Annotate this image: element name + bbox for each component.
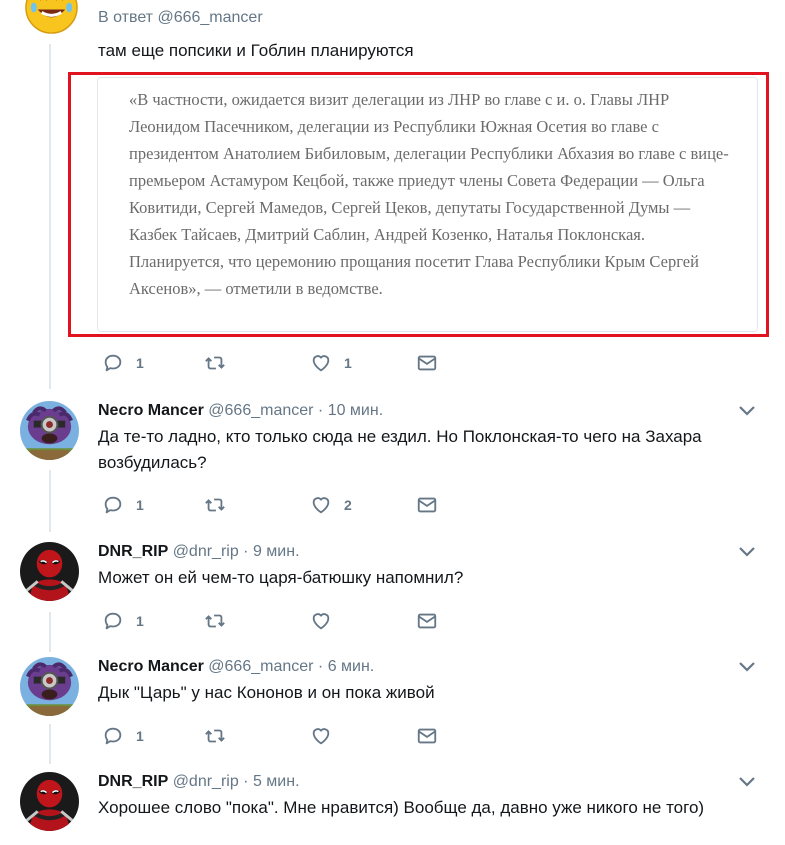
tweet-text: Хорошее слово "пока". Мне нравится) Вооб…: [98, 798, 705, 817]
retweet-icon: [204, 352, 226, 374]
reply-count: 1: [136, 728, 144, 744]
tweet-text: там еще попсики и Гоблин планируются: [98, 41, 414, 60]
retweet-button[interactable]: [204, 351, 226, 375]
reply-icon: [102, 352, 124, 374]
thread-line: [49, 44, 51, 389]
reply-button[interactable]: 1: [102, 351, 144, 375]
reply-button[interactable]: 1: [102, 493, 144, 517]
thread-line: [49, 470, 51, 532]
tweet-actions: 1: [98, 609, 458, 633]
reply-icon: [102, 494, 124, 516]
reply-button[interactable]: 1: [102, 724, 144, 748]
minion-avatar-icon: [20, 401, 79, 460]
reply-count: 1: [136, 497, 144, 513]
timestamp[interactable]: 9 мин.: [253, 543, 300, 560]
envelope-icon: [416, 494, 438, 516]
retweet-icon: [204, 494, 226, 516]
deadpool-avatar-icon: [20, 772, 79, 831]
like-button[interactable]: [310, 609, 332, 633]
heart-icon: [310, 352, 332, 374]
minion-avatar-icon: [20, 657, 79, 716]
reply-context: В ответ @666_mancer: [98, 9, 263, 27]
tweet-actions: 1 1: [98, 351, 458, 375]
deadpool-avatar-icon: [20, 542, 79, 601]
tweet-header: DNR_RIP @dnr_rip · 9 мин.: [98, 542, 300, 562]
dm-button[interactable]: [416, 493, 438, 517]
heart-icon: [310, 725, 332, 747]
envelope-icon: [416, 610, 438, 632]
chevron-down-icon[interactable]: [738, 661, 756, 673]
quote-text: «В частности, ожидается визит делегации …: [129, 90, 729, 298]
envelope-icon: [416, 725, 438, 747]
username[interactable]: @dnr_rip: [173, 773, 239, 790]
avatar[interactable]: [20, 657, 79, 716]
chevron-down-icon[interactable]: [738, 776, 756, 788]
heart-icon: [310, 494, 332, 516]
tweet-actions: 1: [98, 724, 458, 748]
tweet-header: DNR_RIP @dnr_rip · 5 мин.: [98, 772, 300, 792]
tweet-text: Дык "Царь" у нас Кононов и он пока живой: [98, 683, 435, 702]
chevron-down-icon[interactable]: [738, 405, 756, 417]
display-name[interactable]: Necro Mancer: [98, 658, 204, 675]
reply-button[interactable]: 1: [102, 609, 144, 633]
separator: ·: [238, 543, 253, 560]
timestamp[interactable]: 6 мин.: [328, 658, 375, 675]
display-name[interactable]: DNR_RIP: [98, 773, 168, 790]
dm-button[interactable]: [416, 724, 438, 748]
retweet-icon: [204, 610, 226, 632]
retweet-button[interactable]: [204, 493, 226, 517]
avatar[interactable]: [20, 772, 79, 831]
tweet-text: Может он ей чем-то царя-батюшку напомнил…: [98, 568, 464, 587]
like-button[interactable]: 1: [310, 351, 352, 375]
thread-line: [49, 612, 51, 652]
like-count: 1: [344, 355, 352, 371]
envelope-icon: [416, 352, 438, 374]
username[interactable]: @666_mancer: [208, 402, 313, 419]
avatar[interactable]: [20, 401, 79, 460]
username[interactable]: @666_mancer: [208, 658, 313, 675]
avatar[interactable]: [20, 0, 79, 37]
tweet-actions: 1 2: [98, 493, 458, 517]
emoji-laughing-icon: [20, 0, 79, 37]
reply-icon: [102, 610, 124, 632]
display-name[interactable]: Necro Mancer: [98, 402, 204, 419]
timestamp[interactable]: 10 мин.: [328, 402, 383, 419]
reply-count: 1: [136, 355, 144, 371]
like-count: 2: [344, 497, 352, 513]
heart-icon: [310, 610, 332, 632]
tweet-header: Necro Mancer @666_mancer · 6 мин.: [98, 657, 374, 677]
like-button[interactable]: [310, 724, 332, 748]
reply-to-prefix: В ответ: [98, 9, 154, 26]
reply-icon: [102, 725, 124, 747]
thread-line: [49, 724, 51, 764]
dm-button[interactable]: [416, 351, 438, 375]
retweet-icon: [204, 725, 226, 747]
separator: ·: [313, 402, 328, 419]
reply-count: 1: [136, 613, 144, 629]
username[interactable]: @dnr_rip: [173, 543, 239, 560]
separator: ·: [238, 773, 253, 790]
avatar[interactable]: [20, 542, 79, 601]
reply-to-handle[interactable]: @666_mancer: [157, 9, 262, 26]
tweet-text: Да те-то ладно, кто только сюда не ездил…: [98, 427, 702, 472]
retweet-button[interactable]: [204, 609, 226, 633]
display-name[interactable]: DNR_RIP: [98, 543, 168, 560]
dm-button[interactable]: [416, 609, 438, 633]
tweet-header: Necro Mancer @666_mancer · 10 мин.: [98, 401, 383, 421]
like-button[interactable]: 2: [310, 493, 352, 517]
chevron-down-icon[interactable]: [738, 546, 756, 558]
separator: ·: [313, 658, 328, 675]
retweet-button[interactable]: [204, 724, 226, 748]
timestamp[interactable]: 5 мин.: [253, 773, 300, 790]
